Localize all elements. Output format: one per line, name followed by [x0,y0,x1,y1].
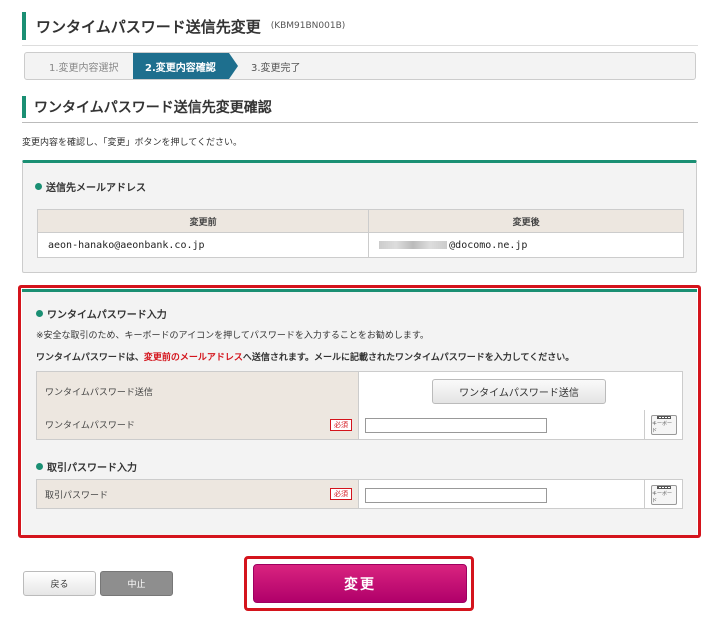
section-divider [22,122,698,123]
step-1: 1.変更内容選択 [49,62,119,74]
highlight-frame [18,285,701,538]
step-3: 3.変更完了 [251,62,301,74]
before-email: aeon-hanako@aeonbank.co.jp [36,232,370,258]
back-button[interactable]: 戻る [23,571,96,596]
submit-change-button[interactable]: 変更 [253,564,467,603]
bullet-icon [35,183,42,190]
email-panel: 送信先メールアドレス 変更前 変更後 aeon-hanako@aeonbank.… [22,160,697,273]
after-email-cell: @docomo.ne.jp [368,232,684,258]
step-2-active: 2.変更内容確認 [133,53,238,79]
after-header: 変更後 [368,209,684,233]
page-title-bar: ワンタイムパスワード送信先変更 (KBM91BN001B) [22,12,702,40]
cancel-button[interactable]: 中止 [100,571,173,596]
before-header: 変更前 [36,209,370,233]
masked-text [379,240,448,249]
page-title: ワンタイムパスワード送信先変更 [36,17,261,36]
page-code: (KBM91BN001B) [270,21,346,31]
after-email: @docomo.ne.jp [449,239,528,251]
step-indicator: 1.変更内容選択 2.変更内容確認 3.変更完了 [24,52,696,80]
section-title: ワンタイムパスワード送信先変更確認 [22,96,698,118]
email-table: 変更前 変更後 aeon-hanako@aeonbank.co.jp @doco… [36,209,684,258]
email-heading: 送信先メールアドレス [35,179,146,194]
email-heading-label: 送信先メールアドレス [46,183,146,194]
title-divider [22,45,698,46]
intro-text: 変更内容を確認し、「変更」ボタンを押してください。 [22,138,242,148]
